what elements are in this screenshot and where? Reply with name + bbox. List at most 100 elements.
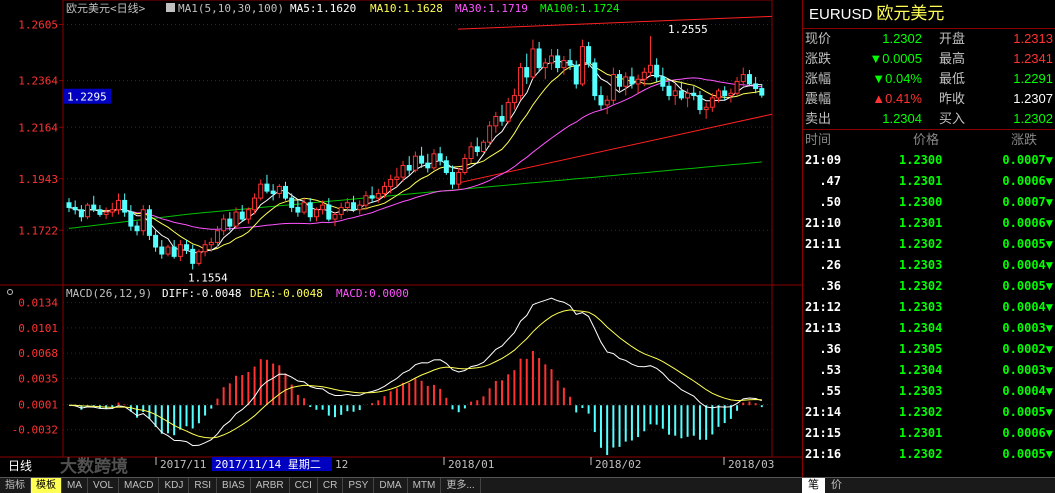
candle-body [474, 146, 480, 152]
candle-body [431, 153, 437, 169]
tick-price: 1.2305 [899, 342, 943, 356]
tick-row[interactable]: .55 1.2303 0.0004▼ [803, 381, 1055, 402]
tick-change: 0.0003▼ [1002, 363, 1053, 377]
indicator-tab[interactable]: DMA [374, 478, 408, 493]
indicator-tab[interactable]: CR [318, 478, 344, 493]
tick-change: 0.0006▼ [1002, 426, 1053, 440]
quote-row: 卖出 1.2304 买入 1.2302 [803, 109, 1055, 129]
quote-label: 买入 [939, 111, 966, 126]
candle-body [326, 204, 332, 220]
tick-row[interactable]: 21:09 1.2300 0.0007▼ [803, 150, 1055, 171]
ma-settings-icon [166, 3, 175, 12]
candle-body [227, 218, 233, 227]
candle-body [394, 176, 400, 180]
quote-label: 最高 [939, 51, 966, 66]
quote-value: 1.2291 [1013, 71, 1053, 86]
candle-body [289, 197, 295, 208]
tick-change: 0.0002▼ [1002, 342, 1053, 356]
candle-body [283, 185, 289, 199]
candle-body [685, 92, 691, 99]
quote-label: 涨跌 [805, 51, 832, 66]
candle-body [97, 209, 103, 215]
indicator-tab[interactable]: 更多... [441, 478, 481, 493]
candle-body [165, 246, 171, 255]
indicator-tab[interactable]: MA [62, 478, 88, 493]
candle-body [654, 64, 660, 78]
kline-chart[interactable]: 1.2605 1.2364 1.2164 1.1943 1.1722 1.2295 1.25… [0, 0, 802, 477]
tick-row[interactable]: .36 1.2305 0.0002▼ [803, 339, 1055, 360]
trendline-upper [457, 15, 773, 30]
candle-body [313, 209, 319, 218]
candle-body [375, 192, 381, 199]
tick-row[interactable]: .53 1.2304 0.0003▼ [803, 360, 1055, 381]
tick-change: 0.0004▼ [1002, 258, 1053, 272]
tick-change: 0.0005▼ [1002, 279, 1053, 293]
tick-row[interactable]: .36 1.2302 0.0005▼ [803, 276, 1055, 297]
symbol-code: EURUSD [809, 6, 873, 23]
panel-tab[interactable]: 笔 [802, 478, 825, 493]
candle-body [647, 64, 653, 73]
low-annotation: 1.1554 [188, 271, 228, 284]
candle-body [629, 76, 635, 85]
tick-change: 0.0004▼ [1002, 300, 1053, 314]
indicator-tab[interactable]: VOL [88, 478, 120, 493]
indicator-tab[interactable]: RSI [189, 478, 218, 493]
indicator-tab[interactable]: 指标 [0, 478, 31, 493]
candle-body [264, 183, 270, 192]
tick-row[interactable]: 21:14 1.2302 0.0005▼ [803, 402, 1055, 423]
candle-body [511, 95, 517, 104]
watermark: 大数跨境 [60, 456, 128, 477]
date-axis-label: 2017/11 [160, 458, 206, 471]
candle-body [357, 204, 363, 211]
quote-value: 1.2313 [1013, 31, 1053, 46]
tick-time: .26 [819, 258, 841, 272]
candle-body [202, 244, 208, 253]
candle-body [592, 62, 598, 97]
candle-body [542, 62, 548, 69]
chart-header-text: MA30:1.1719 [455, 2, 528, 15]
indicator-tab[interactable]: CCI [290, 478, 318, 493]
tick-row[interactable]: 21:10 1.2301 0.0006▼ [803, 213, 1055, 234]
tick-row[interactable]: .47 1.2301 0.0006▼ [803, 171, 1055, 192]
candle-body [270, 190, 276, 194]
indicator-tab[interactable]: KDJ [159, 478, 190, 493]
quote-label: 最低 [939, 71, 966, 86]
indicator-tab[interactable]: 模板 [31, 478, 62, 493]
indicator-tab[interactable]: MACD [119, 478, 160, 493]
tick-list[interactable]: 21:09 1.2300 0.0007▼ .47 1.2301 0.0006▼ .50 1.2… [803, 150, 1055, 465]
date-axis-label: 12 [335, 458, 348, 471]
indicator-tab[interactable]: PSY [343, 478, 375, 493]
candle-body [252, 197, 258, 211]
indicator-tab-bar[interactable]: 指标 模板 MA VOL MACD KDJ RSI BIAS ARBR CCI CR PSY DMA MT… [0, 477, 802, 493]
candle-body [604, 99, 610, 106]
indicator-tab[interactable]: MTM [408, 478, 442, 493]
panel-tab-bar[interactable]: 笔价 [802, 477, 1055, 493]
macd-dea-line [68, 309, 762, 439]
tick-row[interactable]: 21:12 1.2303 0.0004▼ [803, 297, 1055, 318]
candle-body [456, 171, 462, 185]
macd-axis-label: 0.0001 [18, 398, 58, 411]
tick-row[interactable]: 21:16 1.2302 0.0005▼ [803, 444, 1055, 465]
candle-body [406, 164, 412, 171]
tick-price: 1.2301 [899, 426, 943, 440]
price-axis-label: 1.2364 [18, 75, 58, 88]
chart-header-text: MA1(5,10,30,100) [178, 2, 284, 15]
panel-tab[interactable]: 价 [825, 478, 848, 493]
indicator-tab[interactable]: BIAS [217, 478, 251, 493]
chart-header-text: MA100:1.1724 [540, 2, 620, 15]
candle-body [573, 64, 579, 85]
macd-label: MACD(26,12,9) [66, 287, 152, 300]
quote-label: 开盘 [939, 31, 966, 46]
indicator-tab[interactable]: ARBR [251, 478, 290, 493]
tick-row[interactable]: 21:11 1.2302 0.0005▼ [803, 234, 1055, 255]
tick-row[interactable]: .26 1.2303 0.0004▼ [803, 255, 1055, 276]
candle-body [184, 244, 190, 250]
candle-body [623, 76, 629, 87]
candle-body [295, 206, 301, 213]
tick-row[interactable]: 21:13 1.2304 0.0003▼ [803, 318, 1055, 339]
tick-row[interactable]: .50 1.2300 0.0007▼ [803, 192, 1055, 213]
tick-change: 0.0007▼ [1002, 153, 1053, 167]
candle-body [332, 213, 338, 220]
tick-row[interactable]: 21:15 1.2301 0.0006▼ [803, 423, 1055, 444]
symbol-header: EURUSD 欧元美元 [803, 0, 1055, 29]
